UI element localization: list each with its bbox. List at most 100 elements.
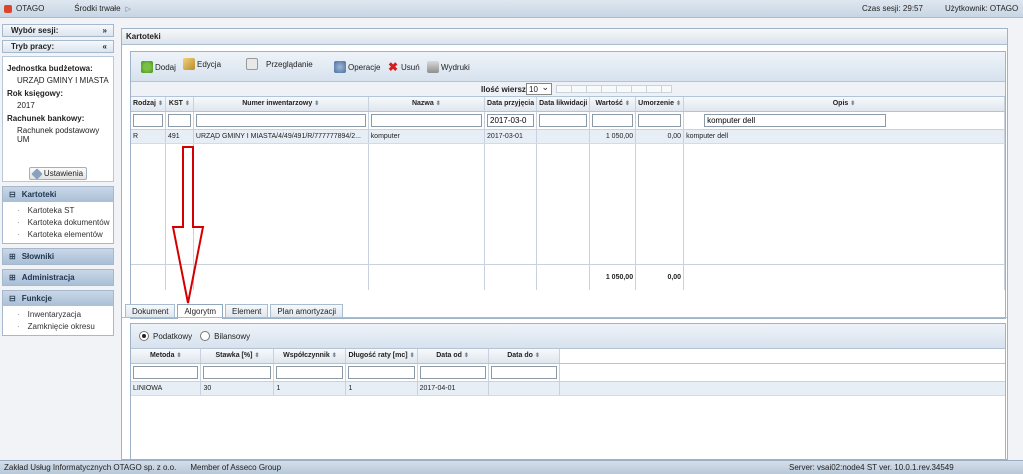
- filter-data-likwidacji[interactable]: [539, 113, 588, 127]
- col-header-opis[interactable]: Opis ⬍: [683, 97, 1005, 112]
- delete-icon: ✖: [387, 60, 399, 74]
- col-header-data-przyjecia[interactable]: Data przyjęcia: [484, 97, 538, 112]
- add-button[interactable]: Dodaj: [141, 61, 176, 73]
- menu-section-slowniki: ⊞ Słowniki: [2, 248, 114, 265]
- menu-item-zamkniecie-okresu[interactable]: Zamknięcie okresu: [17, 321, 113, 333]
- session-choice-header[interactable]: Wybór sesji:»: [2, 24, 114, 37]
- expand-icon: ⊞: [9, 252, 16, 261]
- filter-dlugosc-raty[interactable]: [348, 365, 415, 379]
- filter-data-od[interactable]: [419, 365, 486, 379]
- col-header-data-likwidacji[interactable]: Data likwidacji: [536, 97, 591, 112]
- menu-section-title[interactable]: ⊞ Administracja: [3, 270, 113, 285]
- menu-item-kartoteka-st[interactable]: Kartoteka ST: [17, 205, 113, 217]
- menu-item-kartoteka-dokumentow[interactable]: Kartoteka dokumentów: [17, 217, 113, 229]
- menu-section-administracja: ⊞ Administracja: [2, 269, 114, 286]
- footer-member: Member of Asseco Group: [190, 463, 282, 472]
- col-header-numer[interactable]: Numer inwentarzowy ⬍: [193, 97, 369, 112]
- tab-element[interactable]: Element: [225, 304, 269, 318]
- filter-umorzenie[interactable]: [638, 113, 682, 127]
- collapse-icon: ⊟: [9, 294, 16, 303]
- tab-plan-amortyzacji[interactable]: Plan amortyzacji: [270, 304, 344, 318]
- delete-button[interactable]: ✖ Usuń: [387, 61, 420, 73]
- account-value: Rachunek podstawowy UM: [17, 126, 100, 144]
- menu-item-kartoteka-elementow[interactable]: Kartoteka elementów: [17, 229, 113, 241]
- module-expand-icon[interactable]: ▷: [126, 5, 131, 13]
- menu-item-inwentaryzacja[interactable]: Inwentaryzacja: [17, 309, 113, 321]
- menu-section-funkcje: ⊟Funkcje Inwentaryzacja Zamknięcie okres…: [2, 290, 114, 336]
- filter-numer[interactable]: [195, 113, 366, 127]
- chevron-right-icon[interactable]: »: [103, 26, 107, 35]
- rows-per-page-label: Ilość wierszy: [481, 85, 531, 94]
- collapse-icon: ⊟: [9, 190, 16, 199]
- col-header-rodzaj[interactable]: Rodzaj ⬍: [131, 97, 166, 112]
- work-mode-header[interactable]: Tryb pracy: «: [2, 40, 114, 53]
- filter-opis[interactable]: [704, 113, 887, 127]
- menu-section-title[interactable]: ⊞ Słowniki: [3, 249, 113, 264]
- radio-podatkowy[interactable]: [139, 331, 149, 341]
- assets-grid: Dodaj Edycja Przeglądanie Operacje ✖ Usuń…: [130, 51, 1006, 319]
- gear-icon: [334, 61, 346, 73]
- filter-metoda[interactable]: [133, 365, 199, 379]
- assets-table: Rodzaj ⬍ KST ⬍ Numer inwentarzowy ⬍ Nazwa ⬍ …: [131, 97, 1005, 290]
- detail-tabs: Dokument Algorytm Element Plan amortyzac…: [125, 304, 345, 319]
- rows-per-page-select[interactable]: 10: [526, 82, 552, 95]
- footer: Zakład Usług Informatycznych OTAGO sp. z…: [0, 460, 1023, 474]
- session-info: Jednostka budżetowa: URZĄD GMINY I MIAST…: [2, 56, 114, 182]
- footer-server: Server: vsai02:node4 ST ver. 10.0.1.rev.…: [789, 463, 954, 472]
- footer-company: Zakład Usług Informatycznych OTAGO sp. z…: [4, 463, 177, 472]
- pagination-controls[interactable]: [556, 85, 672, 93]
- current-user: Użytkownik: OTAGO: [945, 4, 1019, 13]
- menu-section-title[interactable]: ⊟ Funkcje: [3, 291, 113, 306]
- app-logo-icon: [4, 5, 12, 13]
- view-icon: [246, 58, 258, 70]
- menu-section-kartoteki: ⊟Kartoteki Kartoteka ST Kartoteka dokume…: [2, 186, 114, 244]
- menu-section-title[interactable]: ⊟ Kartoteki: [3, 187, 113, 202]
- table-row[interactable]: R 491 URZĄD GMINY I MIASTA/4/49/491/R/77…: [131, 129, 1005, 144]
- col-header-nazwa[interactable]: Nazwa ⬍: [368, 97, 486, 112]
- col-header-metoda[interactable]: Metoda ⬍: [131, 349, 202, 364]
- edit-icon: [183, 58, 195, 70]
- filter-rodzaj[interactable]: [133, 113, 163, 127]
- col-header-stawka[interactable]: Stawka [%] ⬍: [200, 349, 275, 364]
- col-header-data-od[interactable]: Data od ⬍: [417, 349, 489, 364]
- operations-button[interactable]: Operacje: [334, 61, 380, 73]
- algorithm-table: Metoda ⬍ Stawka [%] ⬍ Współczynnik ⬍ Długoś…: [131, 349, 1005, 396]
- table-row[interactable]: LINIOWA 30 1 1 2017-04-01: [131, 381, 1005, 396]
- printer-icon: [427, 61, 439, 73]
- col-header-wartosc[interactable]: Wartość ⬍: [589, 97, 637, 112]
- filter-data-przyjecia[interactable]: [487, 113, 535, 127]
- pager: Ilość wierszy 10: [131, 82, 1005, 97]
- filter-kst[interactable]: [167, 113, 191, 127]
- col-header-dlugosc-raty[interactable]: Długość raty [mc] ⬍: [345, 349, 418, 364]
- chevron-left-icon[interactable]: «: [103, 42, 107, 51]
- tab-dokument[interactable]: Dokument: [125, 304, 176, 318]
- view-button[interactable]: Przeglądanie: [246, 58, 313, 70]
- print-button[interactable]: Wydruki: [427, 61, 470, 73]
- unit-label: Jednostka budżetowa:: [7, 64, 93, 73]
- col-header-umorzenie[interactable]: Umorzenie ⬍: [635, 97, 685, 112]
- radio-bilansowy[interactable]: [200, 331, 211, 341]
- settings-button[interactable]: Ustawienia: [29, 167, 87, 180]
- algorithm-panel: Podatkowy Bilansowy Metoda ⬍ Stawka [%] ⬍ …: [130, 323, 1006, 460]
- col-header-wspolczynnik[interactable]: Współczynnik ⬍: [273, 349, 347, 364]
- filter-nazwa[interactable]: [370, 113, 483, 127]
- sidebar: Wybór sesji:» Tryb pracy: « Jednostka bud…: [2, 24, 114, 336]
- year-label: Rok księgowy:: [7, 89, 64, 98]
- wrench-icon: [31, 167, 43, 180]
- session-time: Czas sesji: 29:57: [862, 4, 923, 13]
- sum-wartosc: 1 050,00: [589, 263, 637, 290]
- filter-data-do[interactable]: [490, 365, 557, 379]
- module-name[interactable]: Środki trwałe: [74, 4, 120, 13]
- toolbar: Dodaj Edycja Przeglądanie Operacje ✖ Usuń…: [131, 52, 1005, 82]
- add-icon: [141, 61, 153, 73]
- edit-button[interactable]: Edycja: [183, 58, 221, 70]
- filter-row: [131, 363, 1005, 382]
- filter-wspolczynnik[interactable]: [276, 365, 344, 379]
- col-header-data-do[interactable]: Data do ⬍: [488, 349, 560, 364]
- method-radio-group: Podatkowy Bilansowy: [131, 324, 1005, 349]
- main-panel: Kartoteki Dodaj Edycja Przeglądanie Oper…: [121, 28, 1008, 460]
- app-name: OTAGO: [16, 4, 45, 13]
- col-header-kst[interactable]: KST ⬍: [165, 97, 194, 112]
- filter-wartosc[interactable]: [592, 113, 634, 127]
- filter-stawka[interactable]: [203, 365, 272, 379]
